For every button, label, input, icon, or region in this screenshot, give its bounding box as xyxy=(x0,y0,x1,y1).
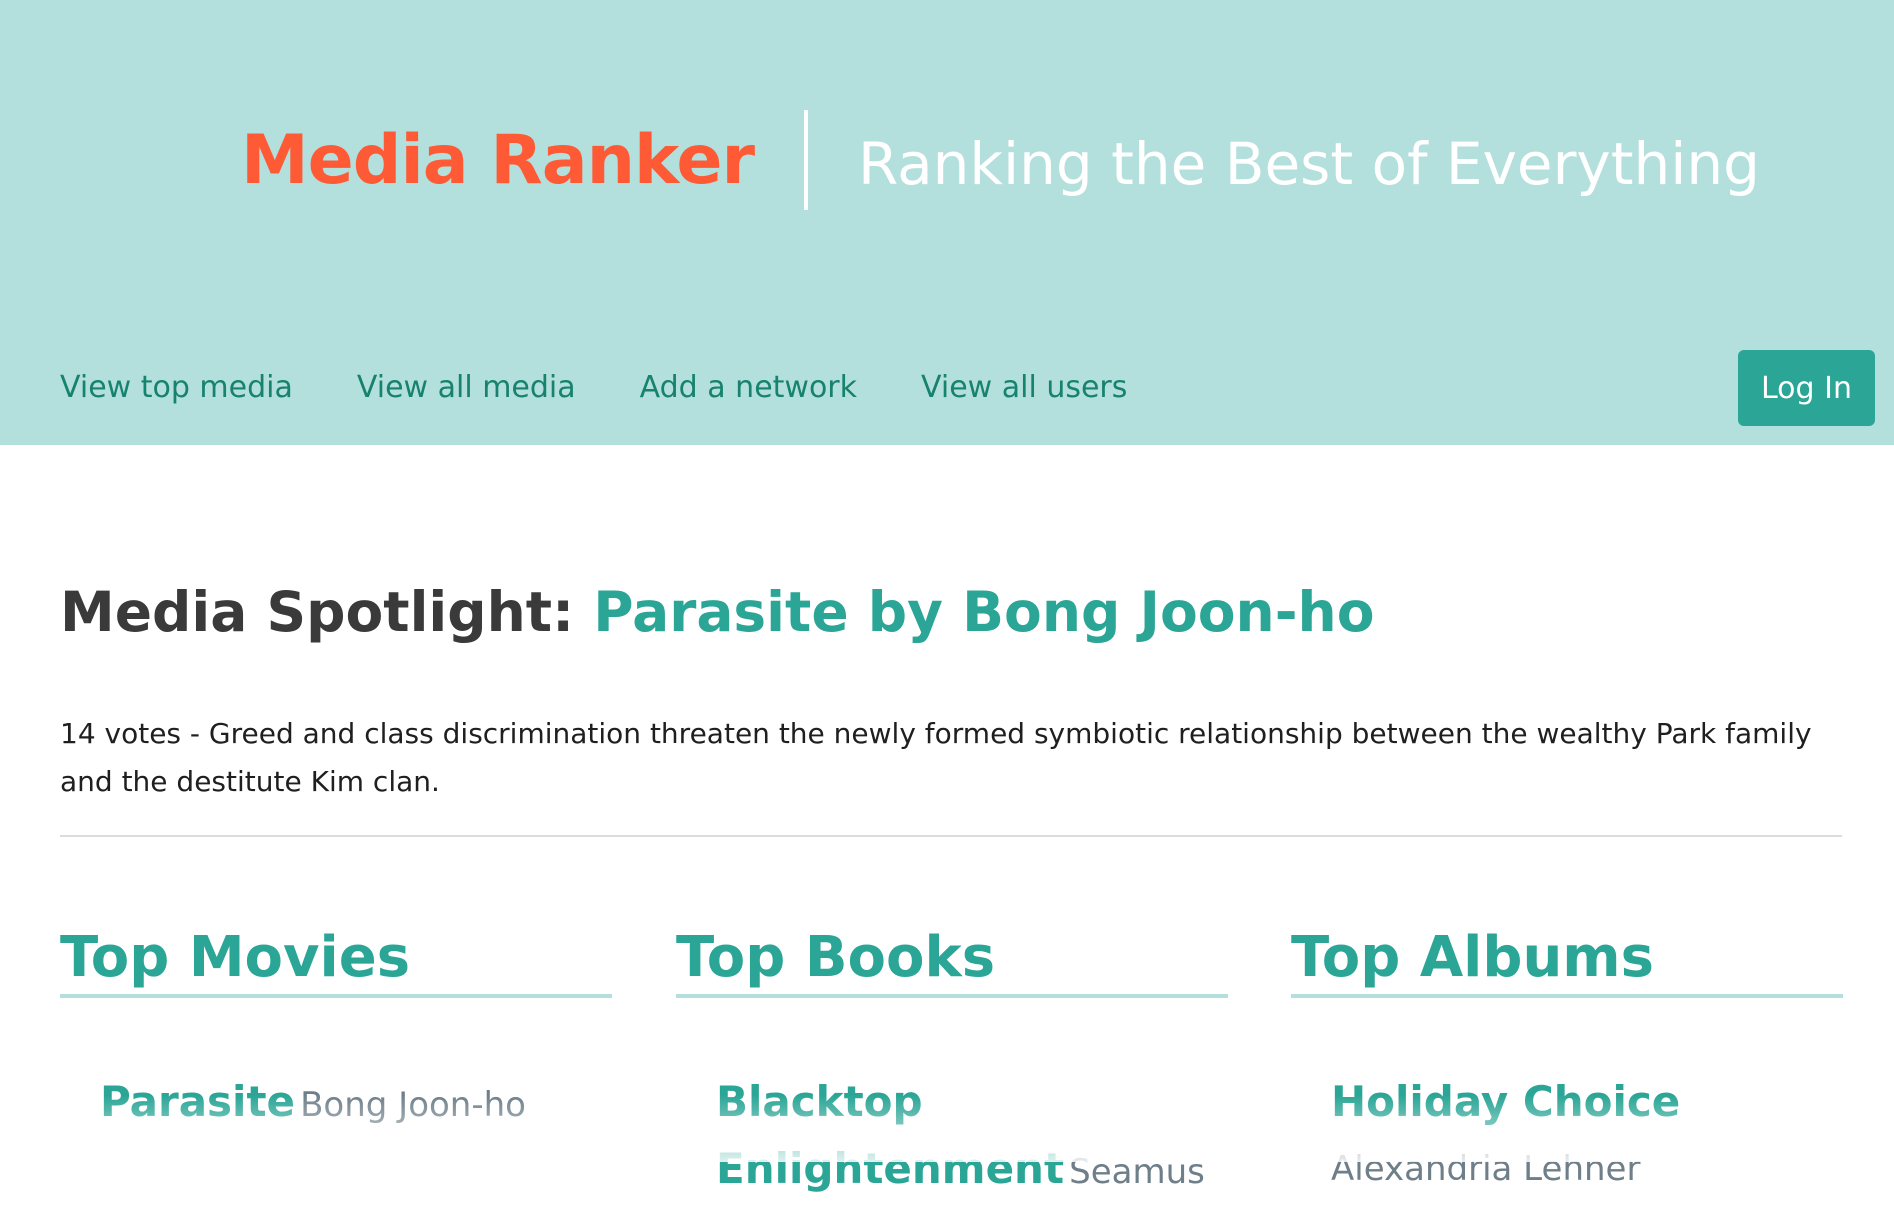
spotlight-media-link[interactable]: Parasite by Bong Joon-ho xyxy=(593,580,1374,644)
top-books-section: Top Books Blacktop Enlightenment Seamus xyxy=(676,925,1228,1207)
list-item: Blacktop Enlightenment Seamus xyxy=(716,1073,1228,1207)
media-creator: Alexandria Lehner xyxy=(1331,1149,1641,1189)
top-movies-heading[interactable]: Top Movies xyxy=(60,925,612,998)
list-item: Parasite Bong Joon-ho xyxy=(100,1073,612,1140)
top-movies-list: Parasite Bong Joon-ho xyxy=(60,1073,612,1140)
top-albums-heading[interactable]: Top Albums xyxy=(1291,925,1843,998)
media-title-link[interactable]: Parasite xyxy=(100,1077,295,1126)
top-books-heading[interactable]: Top Books xyxy=(676,925,1228,998)
media-title-link[interactable]: Holiday Choice xyxy=(1331,1077,1680,1126)
top-albums-list: Holiday Choice Alexandria Lehner xyxy=(1291,1073,1843,1204)
site-title[interactable]: Media Ranker xyxy=(241,121,755,200)
nav-view-all-media[interactable]: View all media xyxy=(357,370,576,405)
top-books-list: Blacktop Enlightenment Seamus xyxy=(676,1073,1228,1207)
brand-divider xyxy=(804,110,809,210)
nav-view-top-media[interactable]: View top media xyxy=(60,370,293,405)
media-title-link[interactable]: Blacktop Enlightenment xyxy=(716,1077,1064,1193)
site-header: Media Ranker Ranking the Best of Everyth… xyxy=(0,0,1894,445)
tagline: Ranking the Best of Everything xyxy=(858,130,1760,198)
nav-view-all-users[interactable]: View all users xyxy=(921,370,1127,405)
brand: Media Ranker Ranking the Best of Everyth… xyxy=(241,110,1760,210)
divider xyxy=(60,835,1842,837)
top-movies-section: Top Movies Parasite Bong Joon-ho xyxy=(60,925,612,1140)
top-albums-section: Top Albums Holiday Choice Alexandria Leh… xyxy=(1291,925,1843,1204)
login-button[interactable]: Log In xyxy=(1738,350,1875,426)
main-nav: View top media View all media Add a netw… xyxy=(60,370,1127,405)
media-creator: Bong Joon-ho xyxy=(300,1085,526,1125)
nav-add-network[interactable]: Add a network xyxy=(640,370,857,405)
spotlight-description: 14 votes - Greed and class discriminatio… xyxy=(60,717,1812,798)
list-item: Holiday Choice Alexandria Lehner xyxy=(1331,1073,1843,1204)
media-spotlight-heading: Media Spotlight: Parasite by Bong Joon-h… xyxy=(60,580,1374,644)
media-creator: Seamus xyxy=(1069,1152,1205,1192)
spotlight-label: Media Spotlight: xyxy=(60,580,594,644)
